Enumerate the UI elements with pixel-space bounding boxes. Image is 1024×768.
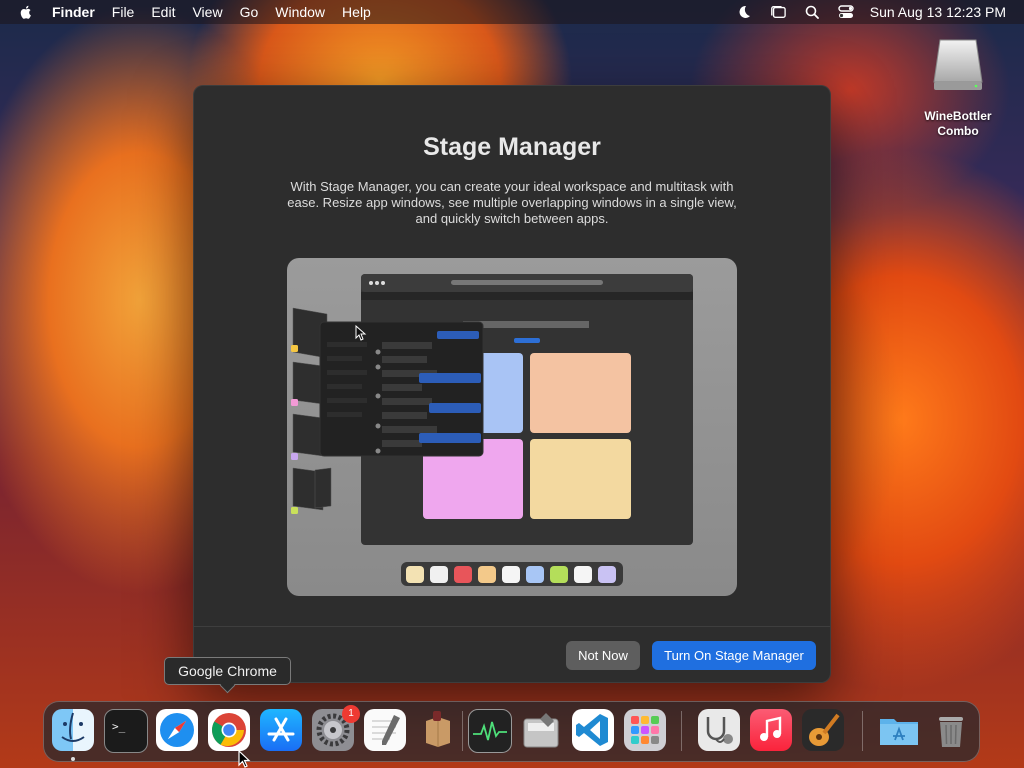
textedit-icon[interactable] bbox=[364, 709, 406, 751]
thumb-badge bbox=[291, 345, 298, 352]
app-store-icon[interactable] bbox=[260, 709, 302, 751]
do-not-disturb-moon-icon[interactable] bbox=[736, 4, 752, 20]
trash-icon[interactable] bbox=[930, 709, 972, 751]
safari-icon[interactable] bbox=[156, 709, 198, 751]
menu-bar: Finder File Edit View Go Window Help Sun… bbox=[0, 0, 1024, 24]
system-settings-icon[interactable]: 1 bbox=[312, 705, 360, 751]
dock-separator bbox=[862, 711, 863, 751]
menu-go[interactable]: Go bbox=[240, 4, 259, 20]
menu-finder[interactable]: Finder bbox=[52, 4, 95, 20]
launchpad-icon[interactable] bbox=[624, 709, 666, 751]
finder-icon[interactable] bbox=[52, 709, 94, 751]
svg-text:>_: >_ bbox=[112, 720, 126, 733]
menu-file[interactable]: File bbox=[112, 4, 135, 20]
dialog-title: Stage Manager bbox=[423, 133, 601, 161]
dock-separator bbox=[681, 711, 682, 751]
menu-bar-clock[interactable]: Sun Aug 13 12:23 PM bbox=[870, 4, 1006, 20]
stage-manager-icon[interactable] bbox=[770, 4, 786, 20]
terminal-icon[interactable]: >_ bbox=[104, 709, 148, 753]
stage-manager-illustration bbox=[287, 258, 737, 596]
garageband-icon[interactable] bbox=[802, 709, 844, 751]
turn-on-stage-manager-button[interactable]: Turn On Stage Manager bbox=[652, 641, 816, 670]
apple-menu-icon[interactable] bbox=[18, 4, 34, 20]
desktop-drive-winebottler[interactable]: WineBottler Combo bbox=[918, 36, 998, 139]
disk-utility-icon[interactable] bbox=[520, 709, 562, 751]
dock-separator bbox=[462, 711, 463, 751]
google-chrome-icon[interactable] bbox=[208, 709, 250, 751]
control-center-icon[interactable] bbox=[838, 4, 854, 20]
menu-help[interactable]: Help bbox=[342, 4, 371, 20]
spotlight-search-icon[interactable] bbox=[804, 4, 820, 20]
drive-label: WineBottler Combo bbox=[924, 109, 992, 138]
stage-manager-dialog: Stage Manager With Stage Manager, you ca… bbox=[193, 85, 831, 683]
music-icon[interactable] bbox=[750, 709, 792, 751]
notification-badge: 1 bbox=[342, 705, 360, 723]
dialog-description: With Stage Manager, you can create your … bbox=[287, 179, 737, 226]
activity-monitor-icon[interactable] bbox=[468, 709, 512, 753]
menu-view[interactable]: View bbox=[192, 4, 222, 20]
dock-tooltip: Google Chrome bbox=[164, 657, 291, 685]
visual-studio-code-icon[interactable] bbox=[572, 709, 614, 751]
system-information-icon[interactable] bbox=[698, 709, 740, 751]
mouse-cursor-icon bbox=[238, 750, 251, 768]
winebottler-icon[interactable] bbox=[416, 709, 458, 751]
dock: >_ 1 bbox=[43, 701, 980, 762]
finder-running-dot bbox=[71, 757, 75, 761]
applications-folder-icon[interactable] bbox=[878, 709, 920, 751]
menu-edit[interactable]: Edit bbox=[151, 4, 175, 20]
illustration-graphic bbox=[291, 274, 693, 586]
menu-window[interactable]: Window bbox=[275, 4, 325, 20]
dialog-divider bbox=[193, 626, 831, 627]
not-now-button[interactable]: Not Now bbox=[566, 641, 640, 670]
external-disk-icon bbox=[933, 39, 983, 90]
swatch-row bbox=[406, 566, 616, 583]
